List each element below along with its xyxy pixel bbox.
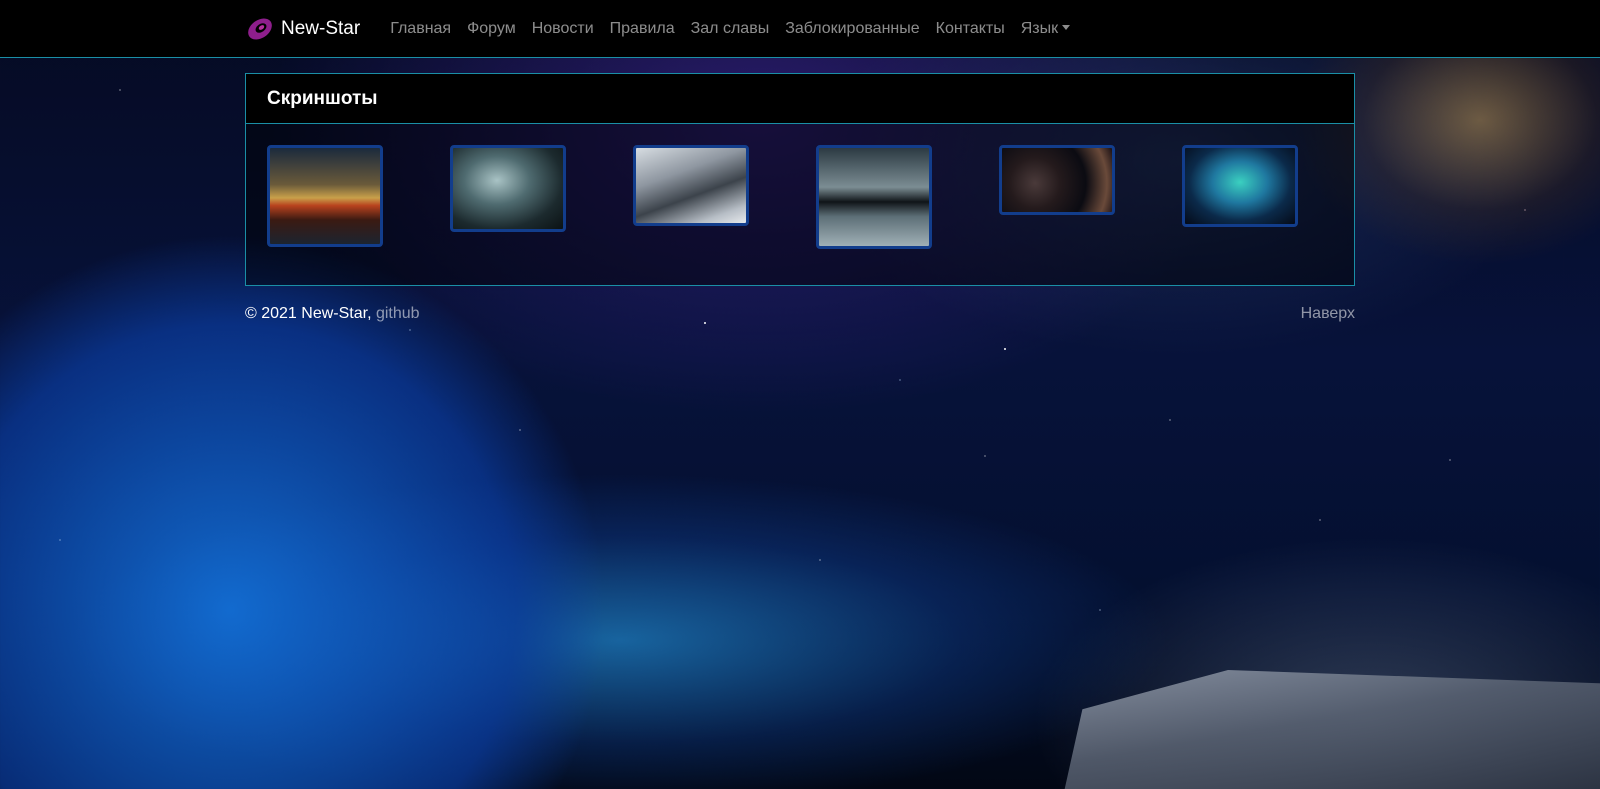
top-navbar: New-Star Главная Форум Новости Правила З…: [0, 0, 1600, 58]
screenshot-thumbnail-1[interactable]: [267, 145, 383, 247]
screenshot-thumbnail-5[interactable]: [999, 145, 1115, 215]
nav-item-hall-of-fame[interactable]: Зал славы: [683, 20, 778, 38]
screenshot-thumbnail-3[interactable]: [633, 145, 749, 226]
page-footer: © 2021 New-Star, github Наверх: [245, 305, 1355, 323]
brand-name: New-Star: [281, 18, 361, 39]
nav-item-banned[interactable]: Заблокированные: [777, 20, 927, 38]
nav-item-rules[interactable]: Правила: [602, 20, 683, 38]
language-dropdown[interactable]: Язык: [1013, 20, 1078, 38]
language-label: Язык: [1020, 20, 1059, 37]
nav-menu: Главная Форум Новости Правила Зал славы …: [382, 20, 1078, 38]
galaxy-logo-icon: [248, 18, 272, 40]
screenshots-card: Скриншоты: [245, 73, 1355, 286]
nav-item-news[interactable]: Новости: [524, 20, 602, 38]
screenshot-thumbnail-2[interactable]: [450, 145, 566, 232]
screenshot-thumbnail-4[interactable]: [816, 145, 932, 249]
spaceship-illustration: [1060, 670, 1600, 789]
brand-link[interactable]: New-Star: [245, 14, 360, 44]
github-link[interactable]: github: [376, 305, 420, 322]
copyright-text: © 2021 New-Star,: [245, 305, 372, 322]
nav-item-home[interactable]: Главная: [382, 20, 459, 38]
card-header: Скриншоты: [246, 74, 1354, 124]
screenshot-thumbnail-6[interactable]: [1182, 145, 1298, 227]
page-title: Скриншоты: [267, 87, 378, 109]
nav-item-contacts[interactable]: Контакты: [928, 20, 1013, 38]
caret-down-icon: [1062, 25, 1071, 30]
screenshot-gallery: [246, 124, 1354, 284]
back-to-top-link[interactable]: Наверх: [1301, 305, 1355, 323]
footer-left: © 2021 New-Star, github: [245, 305, 420, 323]
navbar-container: New-Star Главная Форум Новости Правила З…: [245, 0, 1078, 58]
nav-item-forum[interactable]: Форум: [459, 20, 524, 38]
